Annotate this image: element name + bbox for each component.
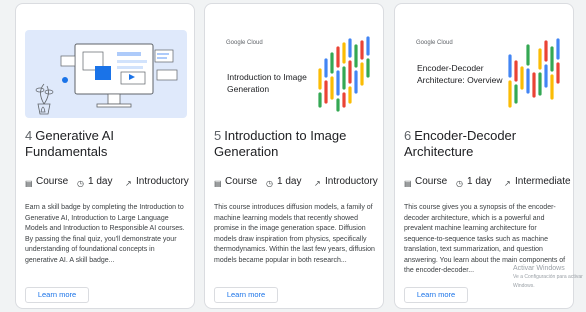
course-level: Introductory [136,176,189,187]
learn-more-button[interactable]: Learn more [25,287,89,303]
course-type: Course [36,176,69,187]
watermark-subtitle: Ve a Configuración para activar Windows. [513,274,583,289]
calendar-icon: ◷ [77,179,84,188]
course-card[interactable]: Google Cloud Introduction to Image Gener… [204,3,384,309]
windows-activation-watermark: Activar Windows Ve a Configuración para … [513,264,586,291]
color-bars-icon [508,38,560,108]
course-duration: 1 day [277,176,302,187]
course-description: This course introduces diffusion models,… [214,204,375,264]
google-cloud-logo: Google Cloud [226,40,263,46]
course-title[interactable]: 4 Generative AI Fundamentals [25,128,191,160]
course-thumbnail: Google Cloud Encoder-Decoder Architectur… [404,30,566,118]
trend-icon: ↗ [504,179,511,188]
thumbnail-title: Introduction to Image Generation [227,72,307,94]
calendar-icon: ◷ [266,179,273,188]
watermark-title: Activar Windows [513,265,565,272]
course-card[interactable]: 4 Generative AI Fundamentals ▤ Course ◷ 1… [15,3,195,309]
calendar-icon: ◷ [456,179,463,188]
course-meta: ▤ Course ◷ 1 day ↗ Introductory [25,176,195,198]
course-meta: ▤ Course ◷ 1 day ↗ Intermediate [404,176,574,198]
course-type: Course [225,176,258,187]
book-icon: ▤ [404,179,412,188]
learn-more-button[interactable]: Learn more [404,287,468,303]
course-duration: 1 day [467,176,492,187]
trend-icon: ↗ [314,179,321,188]
trend-icon: ↗ [125,179,132,188]
course-number: 5 [214,128,222,143]
course-level: Introductory [325,176,378,187]
course-number: 4 [25,128,33,143]
course-level: Intermediate [515,176,571,187]
google-cloud-logo: Google Cloud [416,40,453,46]
course-number: 6 [404,128,412,143]
color-bars-icon [318,36,370,112]
course-thumbnail [25,30,187,118]
book-icon: ▤ [214,179,222,188]
illustration-icon [35,43,178,115]
course-title[interactable]: 6 Encoder-Decoder Architecture [404,128,570,160]
thumbnail-title: Encoder-Decoder Architecture: Overview [417,63,503,85]
course-description: Earn a skill badge by completing the Int… [25,204,185,264]
course-type: Course [415,176,448,187]
book-icon: ▤ [25,179,33,188]
learn-more-button[interactable]: Learn more [214,287,278,303]
course-meta: ▤ Course ◷ 1 day ↗ Introductory [214,176,384,198]
course-title[interactable]: 5 Introduction to Image Generation [214,128,380,160]
course-thumbnail: Google Cloud Introduction to Image Gener… [214,30,376,118]
course-duration: 1 day [88,176,113,187]
